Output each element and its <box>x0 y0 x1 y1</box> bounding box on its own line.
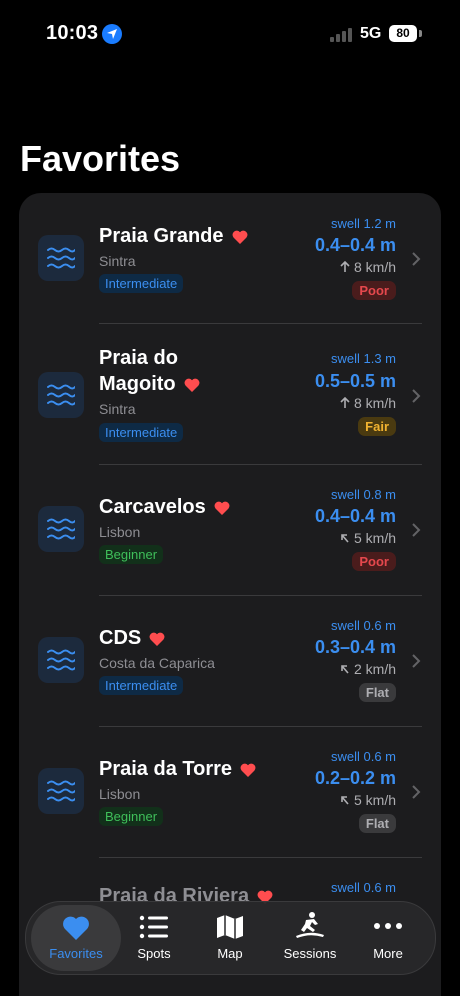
tab-label: Spots <box>137 946 171 961</box>
tab-favorites[interactable]: Favorites <box>31 905 121 971</box>
tab-more[interactable]: More <box>356 902 420 974</box>
tab-label: More <box>373 946 403 961</box>
waves-icon <box>38 372 84 418</box>
wind: 5 km/h <box>340 792 396 808</box>
heart-icon[interactable] <box>184 378 200 392</box>
spot-row-praia-da-torre[interactable]: Praia da Torre Lisbon Beginner swell 0.6… <box>19 727 441 858</box>
waves-icon <box>38 506 84 552</box>
network-type: 5G <box>360 25 382 42</box>
swell-height: swell 1.2 m <box>330 216 396 231</box>
wave-height: 0.4–0.4 m <box>314 235 396 255</box>
chevron-right-icon <box>412 389 421 403</box>
swell-height: swell 1.3 m <box>330 351 396 366</box>
waves-icon <box>38 768 84 814</box>
swell-height: swell 0.6 m <box>330 618 396 633</box>
spot-location: Lisbon <box>99 524 141 540</box>
wind-arrow-icon <box>341 534 349 543</box>
tab-spots[interactable]: Spots <box>122 902 186 974</box>
spot-location: Lisbon <box>99 786 141 802</box>
spot-location: Sintra <box>99 253 136 269</box>
heart-icon[interactable] <box>214 501 230 515</box>
level-badge: Beginner <box>99 545 164 564</box>
battery-nub <box>419 30 422 37</box>
level-badge: Intermediate <box>99 676 184 695</box>
heart-icon[interactable] <box>232 230 248 244</box>
waves-icon <box>38 235 84 281</box>
surfer-icon <box>296 912 324 938</box>
rating-badge: Fair <box>358 417 396 436</box>
rating-badge: Flat <box>358 814 396 833</box>
more-icon <box>374 923 402 929</box>
rating-badge: Poor <box>352 281 396 300</box>
spot-row-carcavelos[interactable]: Carcavelos Lisbon Beginner swell 0.8 m 0… <box>19 465 441 596</box>
swell-height: swell 0.8 m <box>330 487 396 502</box>
spot-row-praia-do-magoito[interactable]: Praia do Magoito Sintra Intermediate swe… <box>19 324 441 465</box>
wave-height: 0.4–0.4 m <box>314 506 396 526</box>
battery-icon: 80 <box>389 25 417 42</box>
wave-height: 0.5–0.5 m <box>314 371 396 391</box>
rating-badge: Flat <box>358 683 396 702</box>
wave-height: 0.3–0.4 m <box>314 637 396 657</box>
wind: 8 km/h <box>340 395 396 411</box>
heart-icon[interactable] <box>240 763 256 777</box>
spot-row-praia-grande[interactable]: Praia Grande Sintra Intermediate swell 1… <box>19 193 441 324</box>
wave-height: 0.2–0.2 m <box>314 768 396 788</box>
wind: 8 km/h <box>340 259 396 275</box>
wind-arrow-icon <box>341 796 349 805</box>
spot-name: Praia do Magoito <box>99 345 209 397</box>
chevron-right-icon <box>412 785 421 799</box>
page-title: Favorites <box>20 138 181 179</box>
chevron-right-icon <box>412 523 421 537</box>
wind-arrow-icon <box>340 260 350 272</box>
wind-arrow-icon <box>341 665 349 674</box>
cellular-signal-icon <box>330 28 354 42</box>
heart-icon <box>63 916 89 940</box>
spot-name: CDS <box>99 625 165 651</box>
spot-name: Carcavelos <box>99 494 230 520</box>
tab-bar: Favorites Spots Map Sessions More <box>25 901 436 975</box>
list-icon <box>139 915 168 939</box>
tab-sessions[interactable]: Sessions <box>274 902 346 974</box>
spot-name: Praia Grande <box>99 223 248 249</box>
rating-badge: Poor <box>352 552 396 571</box>
spot-location: Sintra <box>99 401 136 417</box>
tab-map[interactable]: Map <box>198 902 262 974</box>
location-arrow-icon <box>102 24 122 44</box>
spot-name: Praia da Torre <box>99 756 256 782</box>
level-badge: Beginner <box>99 807 164 826</box>
chevron-right-icon <box>412 252 421 266</box>
spot-row-cds[interactable]: CDS Costa da Caparica Intermediate swell… <box>19 596 441 727</box>
spot-location: Costa da Caparica <box>99 655 215 671</box>
heart-icon[interactable] <box>149 632 165 646</box>
favorites-list: Praia Grande Sintra Intermediate swell 1… <box>19 193 441 996</box>
chevron-right-icon <box>412 654 421 668</box>
wind: 2 km/h <box>340 661 396 677</box>
level-badge: Intermediate <box>99 423 184 442</box>
wind: 5 km/h <box>340 530 396 546</box>
tab-label: Map <box>217 946 243 961</box>
status-bar: 10:03 5G 80 <box>0 0 460 70</box>
level-badge: Intermediate <box>99 274 184 293</box>
waves-icon <box>38 637 84 683</box>
map-icon <box>217 915 243 939</box>
tab-label: Favorites <box>49 946 103 961</box>
clock: 10:03 <box>46 22 99 44</box>
swell-height: swell 0.6 m <box>330 880 396 895</box>
swell-height: swell 0.6 m <box>330 749 396 764</box>
wind-arrow-icon <box>340 396 350 408</box>
tab-label: Sessions <box>283 946 337 961</box>
